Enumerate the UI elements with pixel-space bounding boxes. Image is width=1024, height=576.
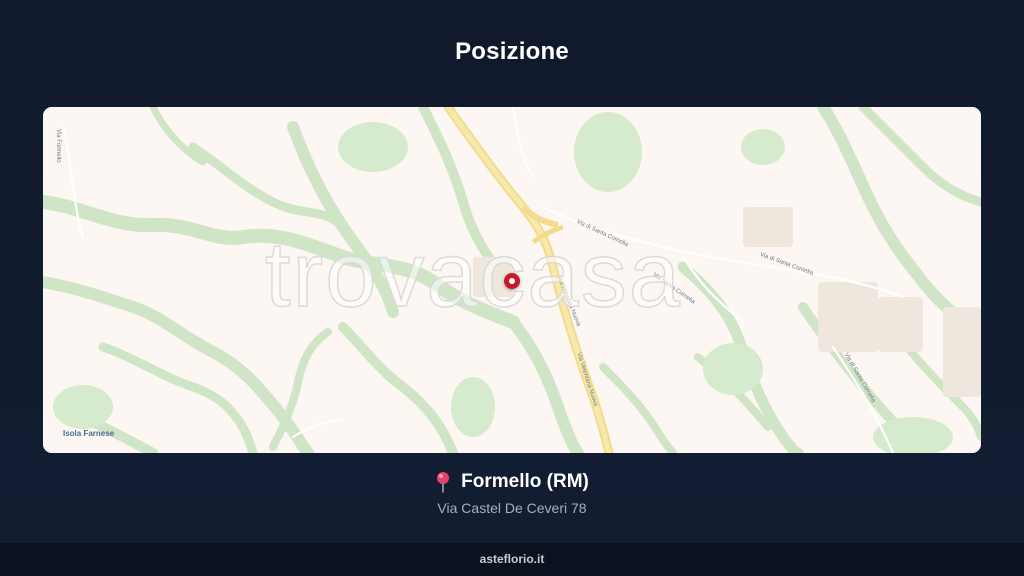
location-header: Formello (RM) xyxy=(0,471,1024,493)
footer: asteflorio.it xyxy=(0,543,1024,576)
location-name: Formello (RM) xyxy=(461,471,589,492)
map-watermark: trovacasa xyxy=(264,224,682,326)
place-label: Isola Farnese xyxy=(63,429,115,438)
page: Posizione Via Formello Via di Santa Corn… xyxy=(0,0,1024,576)
location-address: Via Castel De Ceveri 78 xyxy=(437,500,587,516)
footer-site-link[interactable]: asteflorio.it xyxy=(480,552,545,566)
property-marker-icon[interactable] xyxy=(504,273,520,289)
street-label: Via Formello xyxy=(55,129,61,163)
map-view[interactable]: Via Formello Via di Santa Cornelia Via V… xyxy=(43,107,981,453)
map-pin-icon xyxy=(435,471,451,493)
section-title: Posizione xyxy=(455,38,569,65)
